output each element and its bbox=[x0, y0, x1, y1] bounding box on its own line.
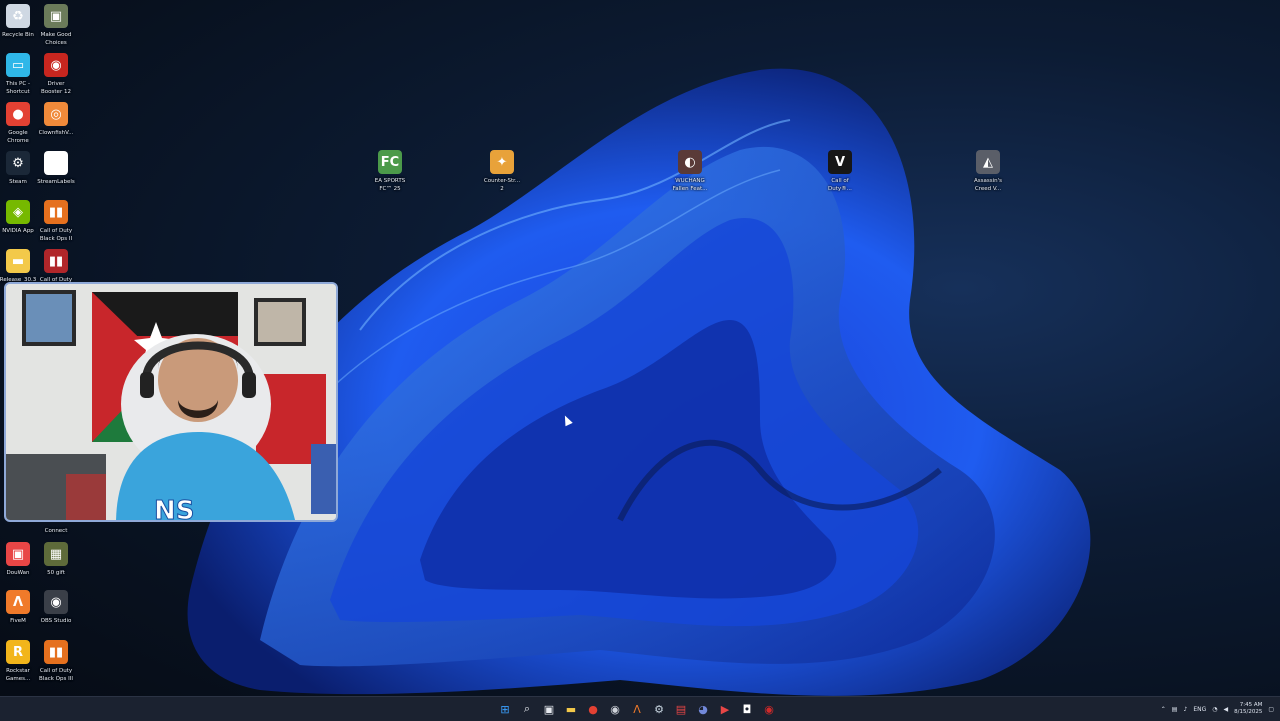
fivem-taskbar-icon[interactable]: Λ bbox=[628, 700, 646, 718]
rockstar-games-icon: R bbox=[6, 640, 30, 664]
chevron-up-icon[interactable]: ⌃ bbox=[1161, 706, 1166, 713]
make-good-choices-shortcut[interactable]: ▣ Make Good Choices bbox=[34, 4, 78, 47]
assassins-creed-shortcut[interactable]: ◭ Assassin's Creed V... bbox=[966, 150, 1010, 193]
this-pc-icon: ▭ bbox=[6, 53, 30, 77]
shortcut-label: WUCHANG Fallen Feat... bbox=[672, 178, 708, 192]
chrome-taskbar-icon[interactable]: ● bbox=[584, 700, 602, 718]
call-of-duty-bo3-shortcut[interactable]: ▮▮ Call of Duty Black Ops III bbox=[34, 640, 78, 683]
shortcut-label: Connect bbox=[44, 528, 68, 534]
call-of-duty-bo2-shortcut[interactable]: ▮▮ Call of Duty Black Ops II bbox=[34, 200, 78, 243]
wuchang-icon: ◐ bbox=[678, 150, 702, 174]
obs-taskbar-icon[interactable]: ◉ bbox=[606, 700, 624, 718]
record-taskbar-icon[interactable]: ◉ bbox=[760, 700, 778, 718]
taskbar: ⊞ ⌕ ▣ ▬ ● ◉ Λ ⚙ ▤ ◕ ▶ ◘ ◉ ⌃ ▤ ♪ ENG ◔ ◀ 7:45 AM 8/15… bbox=[0, 696, 1280, 721]
driver-booster-icon: ◉ bbox=[44, 53, 68, 77]
system-tray: ⌃ ▤ ♪ ENG ◔ ◀ 7:45 AM 8/15/2025 ▢ bbox=[1161, 697, 1274, 721]
search-icon[interactable]: ⌕ bbox=[518, 700, 536, 718]
wuchang-shortcut[interactable]: ◐ WUCHANG Fallen Feat... bbox=[668, 150, 712, 193]
google-chrome-icon: ● bbox=[6, 102, 30, 126]
shortcut-label: ClownfishV... bbox=[38, 130, 74, 136]
make-good-choices-icon: ▣ bbox=[44, 4, 68, 28]
clock-time: 7:45 AM bbox=[1239, 702, 1263, 708]
call-of-duty-icon: ▮▮ bbox=[44, 249, 68, 273]
shortcut-label: EA SPORTS FC™ 25 bbox=[374, 178, 406, 192]
obs-studio-shortcut[interactable]: ◉ OBS Studio bbox=[34, 590, 78, 625]
file-explorer-icon[interactable]: ▬ bbox=[562, 700, 580, 718]
fivem-icon: Λ bbox=[6, 590, 30, 614]
clock[interactable]: 7:45 AM 8/15/2025 bbox=[1234, 702, 1262, 716]
microphone-icon[interactable]: ♪ bbox=[1183, 706, 1187, 713]
driver-booster-shortcut[interactable]: ◉ Driver Booster 12 bbox=[34, 53, 78, 96]
shortcut-label: Call of Duty Black Ops II bbox=[39, 228, 73, 242]
streamlabels-taskbar-icon[interactable]: ◘ bbox=[738, 700, 756, 718]
language-indicator[interactable]: ENG bbox=[1193, 706, 1206, 713]
shortcut-label: Counter-Str... 2 bbox=[483, 178, 521, 192]
shortcut-label: Assassin's Creed V... bbox=[974, 178, 1002, 192]
clownfish-shortcut[interactable]: ◎ ClownfishV... bbox=[34, 102, 78, 137]
webcam-overlay: NS bbox=[4, 282, 338, 522]
webcam-feed-illustration bbox=[6, 284, 336, 520]
shortcut-label: Call of Duty®... bbox=[828, 178, 852, 192]
counter-strike-icon: ✦ bbox=[490, 150, 514, 174]
shortcut-label: StreamLabels bbox=[37, 179, 75, 185]
task-view-icon[interactable]: ▣ bbox=[540, 700, 558, 718]
50-gift-shortcut[interactable]: ▦ 50 gift bbox=[34, 542, 78, 577]
shortcut-label: Driver Booster 12 bbox=[41, 81, 71, 95]
assassins-creed-icon: ◭ bbox=[976, 150, 1000, 174]
steam-icon: ⚙ bbox=[6, 151, 30, 175]
counter-strike-shortcut[interactable]: ✦ Counter-Str... 2 bbox=[480, 150, 524, 193]
call-of-duty-shortcut[interactable]: ▮▮ Call of Duty bbox=[34, 249, 78, 284]
shortcut-label: Make Good Choices bbox=[40, 32, 72, 46]
streamlabels-shortcut[interactable]: ◘ StreamLabels bbox=[34, 151, 78, 186]
start-button[interactable]: ⊞ bbox=[496, 700, 514, 718]
ea-sports-fc25-icon: FC bbox=[378, 150, 402, 174]
discord-taskbar-icon[interactable]: ◕ bbox=[694, 700, 712, 718]
media-taskbar-icon[interactable]: ▶ bbox=[716, 700, 734, 718]
connect-shortcut[interactable]: Connect bbox=[34, 524, 78, 535]
volume-icon[interactable]: ◀ bbox=[1224, 706, 1229, 713]
shortcut-label: Call of Duty Black Ops III bbox=[39, 668, 73, 682]
wifi-icon[interactable]: ◔ bbox=[1212, 706, 1217, 713]
recycle-bin-icon: ♻ bbox=[6, 4, 30, 28]
obs-studio-icon: ◉ bbox=[44, 590, 68, 614]
call-of-duty-top-icon: V bbox=[828, 150, 852, 174]
app-taskbar-icon[interactable]: ▤ bbox=[672, 700, 690, 718]
douwan-icon: ▣ bbox=[6, 542, 30, 566]
call-of-duty-bo3-icon: ▮▮ bbox=[44, 640, 68, 664]
taskbar-apps: ⊞ ⌕ ▣ ▬ ● ◉ Λ ⚙ ▤ ◕ ▶ ◘ ◉ bbox=[496, 697, 778, 721]
clownfish-icon: ◎ bbox=[44, 102, 68, 126]
ea-sports-fc25-shortcut[interactable]: FC EA SPORTS FC™ 25 bbox=[368, 150, 412, 193]
call-of-duty-top-shortcut[interactable]: V Call of Duty®... bbox=[818, 150, 862, 193]
steam-taskbar-icon[interactable]: ⚙ bbox=[650, 700, 668, 718]
webcam-logo: NS bbox=[154, 496, 195, 522]
nvidia-app-icon: ◈ bbox=[6, 200, 30, 224]
shortcut-label: 50 gift bbox=[47, 570, 65, 576]
50-gift-icon: ▦ bbox=[44, 542, 68, 566]
clock-date: 8/15/2025 bbox=[1234, 709, 1263, 715]
call-of-duty-bo2-icon: ▮▮ bbox=[44, 200, 68, 224]
release-folder-icon: ▬ bbox=[6, 249, 30, 273]
shortcut-label: OBS Studio bbox=[40, 618, 72, 624]
notification-icon[interactable]: ▢ bbox=[1268, 706, 1274, 713]
streamlabels-icon: ◘ bbox=[44, 151, 68, 175]
network-icon[interactable]: ▤ bbox=[1172, 706, 1178, 713]
